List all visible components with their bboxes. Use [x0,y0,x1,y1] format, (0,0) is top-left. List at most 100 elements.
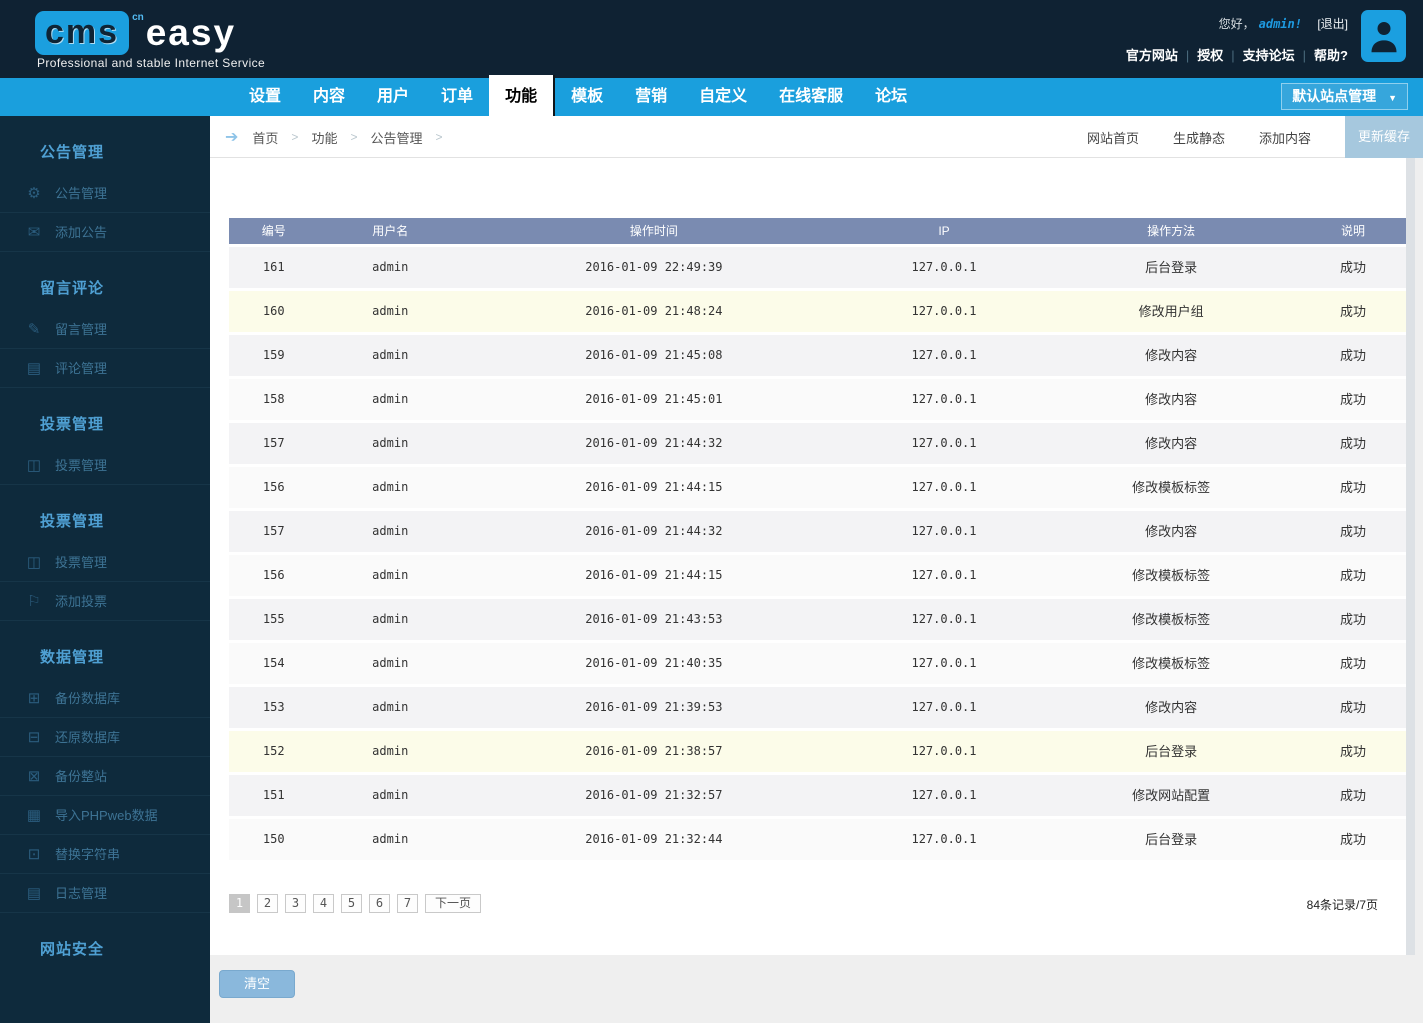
tab-settings[interactable]: 设置 [233,78,297,116]
page-button-4[interactable]: 4 [313,894,334,913]
site-selector-label: 默认站点管理 [1292,88,1377,104]
sidebar-item-vote-management-2[interactable]: ◫ 投票管理 [0,543,210,582]
next-page-button[interactable]: 下一页 [425,894,482,913]
cell-time: 2016-01-09 21:32:44 [585,832,723,846]
cell-username: admin [372,568,409,582]
cell-time: 2016-01-09 21:32:57 [585,788,723,802]
sidebar-item-label: 导入PHPweb数据 [55,808,158,823]
cell-action: 修改模板标签 [1132,568,1211,583]
header-links: 官方网站 | 授权 | 支持论坛 | 帮助? [1126,45,1348,64]
tab-marketing[interactable]: 营销 [619,78,683,116]
cell-time: 2016-01-09 21:38:57 [585,744,723,758]
support-forum-link[interactable]: 支持论坛 [1243,48,1295,63]
sidebar-item-replace-string[interactable]: ⊡ 替换字符串 [0,835,210,874]
cell-result: 成功 [1339,832,1366,847]
link-separator: | [1302,48,1307,63]
cell-action: 后台登录 [1145,744,1198,759]
cmseasy-logo[interactable]: cms cn easy Professional and stable Inte… [35,11,265,70]
site-selector-dropdown[interactable]: 默认站点管理 ▼ [1281,83,1408,110]
cell-username: admin [372,304,409,318]
table-row: 154 admin 2016-01-09 21:40:35 127.0.0.1 … [229,643,1406,684]
cell-username: admin [372,392,409,406]
pagination: 1 2 3 4 5 6 7 下一页 [229,894,488,913]
breadcrumb-separator: > [435,130,443,144]
site-home-link[interactable]: 网站首页 [1087,128,1139,147]
table-row: 157 admin 2016-01-09 21:44:32 127.0.0.1 … [229,423,1406,464]
tab-content[interactable]: 内容 [297,78,361,116]
main-navbar: 设置 内容 用户 订单 功能 模板 营销 自定义 在线客服 论坛 默认站点管理 … [0,75,1423,116]
cell-result: 成功 [1339,348,1366,363]
tab-features[interactable]: 功能 [489,75,556,116]
sidebar-item-import-phpweb[interactable]: ▦ 导入PHPweb数据 [0,796,210,835]
add-content-link[interactable]: 添加内容 [1259,128,1311,147]
list-icon: ▤ [26,360,42,377]
page-button-7[interactable]: 7 [397,894,418,913]
restore-database-icon: ⊟ [27,729,41,746]
authorization-link[interactable]: 授权 [1197,48,1223,63]
cell-id: 159 [262,348,285,362]
sidebar-item-label: 添加公告 [55,225,108,240]
cms-admin-page: { "header": { "logo": { "cms": "cms", "c… [0,0,1423,1023]
sidebar-item-add-vote[interactable]: ⚐ 添加投票 [0,582,210,621]
breadcrumb-home[interactable]: 首页 [252,128,278,147]
cell-id: 154 [262,656,285,670]
update-cache-button[interactable]: 更新缓存 [1344,116,1423,158]
breadcrumb-announcement[interactable]: 公告管理 [370,128,422,147]
tab-orders[interactable]: 订单 [425,78,489,116]
sidebar-item-label: 日志管理 [55,886,108,901]
column-header-time: 操作时间 [629,224,678,238]
greeting-text: 您好， [1218,17,1255,31]
page-button-6[interactable]: 6 [369,894,390,913]
ballot-icon: ◫ [26,457,42,474]
tab-online-service[interactable]: 在线客服 [763,78,859,116]
cell-id: 157 [262,436,285,450]
cell-result: 成功 [1339,304,1366,319]
table-row: 150 admin 2016-01-09 21:32:44 127.0.0.1 … [229,819,1406,860]
page-button-3[interactable]: 3 [285,894,306,913]
page-button-5[interactable]: 5 [341,894,362,913]
sidebar-item-backup-site[interactable]: ⊠ 备份整站 [0,757,210,796]
clear-button[interactable]: 清空 [219,970,295,998]
sidebar-item-log-management[interactable]: ▤ 日志管理 [0,874,210,913]
sidebar-item-label: 备份数据库 [55,691,121,706]
sidebar-item-backup-database[interactable]: ⊞ 备份数据库 [0,679,210,718]
tab-users[interactable]: 用户 [361,78,425,116]
cell-action: 后台登录 [1145,832,1198,847]
logout-link[interactable]: [退出] [1317,17,1348,31]
page-button-2[interactable]: 2 [257,894,278,913]
help-link[interactable]: 帮助? [1314,48,1348,63]
sidebar-item-restore-database[interactable]: ⊟ 还原数据库 [0,718,210,757]
cell-ip: 127.0.0.1 [911,348,977,362]
cell-username: admin [372,260,409,274]
sidebar-item-announcement-management[interactable]: ⚙ 公告管理 [0,174,210,213]
content-area: 编号 用户名 操作时间 IP 操作方法 说明 161 admin 2016-01… [210,158,1423,1023]
tab-custom[interactable]: 自定义 [683,78,763,116]
cell-action: 修改内容 [1145,436,1198,451]
sidebar-item-add-announcement[interactable]: ✉ 添加公告 [0,213,210,252]
breadcrumb-separator: > [291,130,299,144]
tab-forum[interactable]: 论坛 [859,78,923,116]
column-header-username: 用户名 [372,224,409,238]
sidebar-item-comment-management[interactable]: ▤ 评论管理 [0,349,210,388]
cell-action: 修改模板标签 [1132,480,1211,495]
cell-id: 150 [262,832,285,846]
avatar[interactable] [1361,10,1406,62]
cell-ip: 127.0.0.1 [911,568,977,582]
import-icon: ▦ [26,807,42,824]
sidebar: 公告管理 ⚙ 公告管理 ✉ 添加公告 留言评论 ✎ 留言管理 ▤ 评论管理 投票… [0,116,210,1023]
sidebar-item-vote-management-1[interactable]: ◫ 投票管理 [0,446,210,485]
table-row: 156 admin 2016-01-09 21:44:15 127.0.0.1 … [229,555,1406,596]
tab-templates[interactable]: 模板 [555,78,619,116]
official-site-link[interactable]: 官方网站 [1126,48,1178,63]
cell-ip: 127.0.0.1 [911,392,977,406]
breadcrumb-features[interactable]: 功能 [311,128,337,147]
cell-result: 成功 [1339,744,1366,759]
link-separator: | [1231,48,1235,63]
section-title-vote-2: 投票管理 [40,513,105,530]
pencil-icon: ✎ [27,321,41,338]
generate-static-link[interactable]: 生成静态 [1173,128,1225,147]
sidebar-item-message-management[interactable]: ✎ 留言管理 [0,310,210,349]
page-button-1[interactable]: 1 [229,894,250,913]
cell-id: 156 [262,568,285,582]
section-title-announcement: 公告管理 [40,144,105,161]
